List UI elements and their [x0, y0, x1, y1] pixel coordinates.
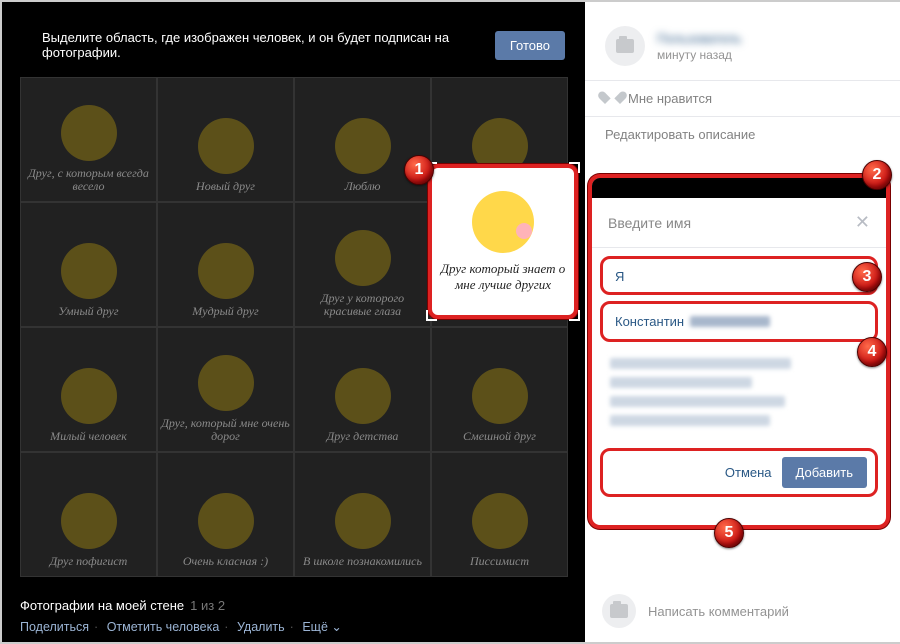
photo-viewer: Выделите область, где изображен человек,… [2, 2, 585, 642]
close-icon[interactable]: ✕ [855, 212, 870, 233]
cell-label: Друг, с которым всегда весело [23, 167, 154, 193]
selection-caption: Друг который знает о мне лучше других [438, 261, 568, 292]
resize-handle-tr[interactable] [569, 162, 580, 173]
add-button[interactable]: Добавить [782, 457, 867, 488]
name-input[interactable] [608, 215, 844, 231]
suggestion-friend[interactable]: Константин [600, 301, 878, 342]
annotation-badge-5: 5 [714, 518, 744, 548]
tag-instruction: Выделите область, где изображен человек,… [42, 30, 483, 60]
avatar[interactable] [605, 26, 645, 66]
like-button[interactable]: Мне нравится [585, 80, 900, 117]
cell-label: Писсимист [470, 555, 529, 568]
suggestion-list[interactable] [592, 346, 886, 444]
cell-label: Друг у которого красивые глаза [297, 292, 428, 318]
like-label: Мне нравится [628, 91, 712, 106]
cell-label: Новый друг [196, 180, 255, 193]
annotation-badge-1: 1 [404, 155, 434, 185]
camera-icon [616, 39, 634, 53]
camera-icon [610, 604, 628, 618]
done-button[interactable]: Готово [495, 31, 565, 60]
cell-label: Умный друг [58, 305, 118, 318]
emoji-icon [472, 191, 534, 253]
suggestion-self[interactable]: Я [600, 256, 878, 295]
resize-handle-br[interactable] [569, 310, 580, 321]
tag-person-link[interactable]: Отметить человека [107, 620, 220, 634]
post-time: минуту назад [657, 48, 741, 62]
cell-label: Друг пофигист [50, 555, 128, 568]
photo-area[interactable]: Друг, с которым всегда весело Новый друг… [20, 77, 568, 577]
heart-icon [605, 92, 620, 105]
edit-description[interactable]: Редактировать описание [585, 117, 900, 142]
cell-label: Друг, который мне очень дорог [160, 417, 291, 443]
photo-actions: Поделиться· Отметить человека· Удалить· … [20, 619, 567, 634]
tag-panel: ✕ Я Константин Отмена Добавить [588, 174, 890, 529]
annotation-badge-3: 3 [852, 262, 882, 292]
delete-link[interactable]: Удалить [237, 620, 285, 634]
cell-label: В школе познакомились [303, 555, 422, 568]
cell-label: Мудрый друг [192, 305, 258, 318]
cell-label: Смешной друг [463, 430, 536, 443]
album-count: 1 из 2 [190, 598, 225, 613]
cell-label: Очень класная :) [183, 555, 268, 568]
album-title: Фотографии на моей стене1 из 2 [20, 598, 567, 613]
resize-handle-bl[interactable] [426, 310, 437, 321]
share-link[interactable]: Поделиться [20, 620, 89, 634]
comment-avatar [602, 594, 636, 628]
selection-box[interactable]: Друг который знает о мне лучше других [428, 164, 578, 319]
cell-label: Люблю [345, 180, 381, 193]
user-name[interactable]: Пользователь [657, 31, 741, 46]
more-link[interactable]: Ещё [302, 620, 328, 634]
cell-label: Друг детства [327, 430, 399, 443]
comment-input[interactable]: Написать комментарий [648, 604, 789, 619]
cell-label: Милый человек [50, 430, 127, 443]
annotation-badge-4: 4 [857, 337, 887, 367]
cancel-button[interactable]: Отмена [725, 465, 772, 480]
annotation-badge-2: 2 [862, 160, 892, 190]
